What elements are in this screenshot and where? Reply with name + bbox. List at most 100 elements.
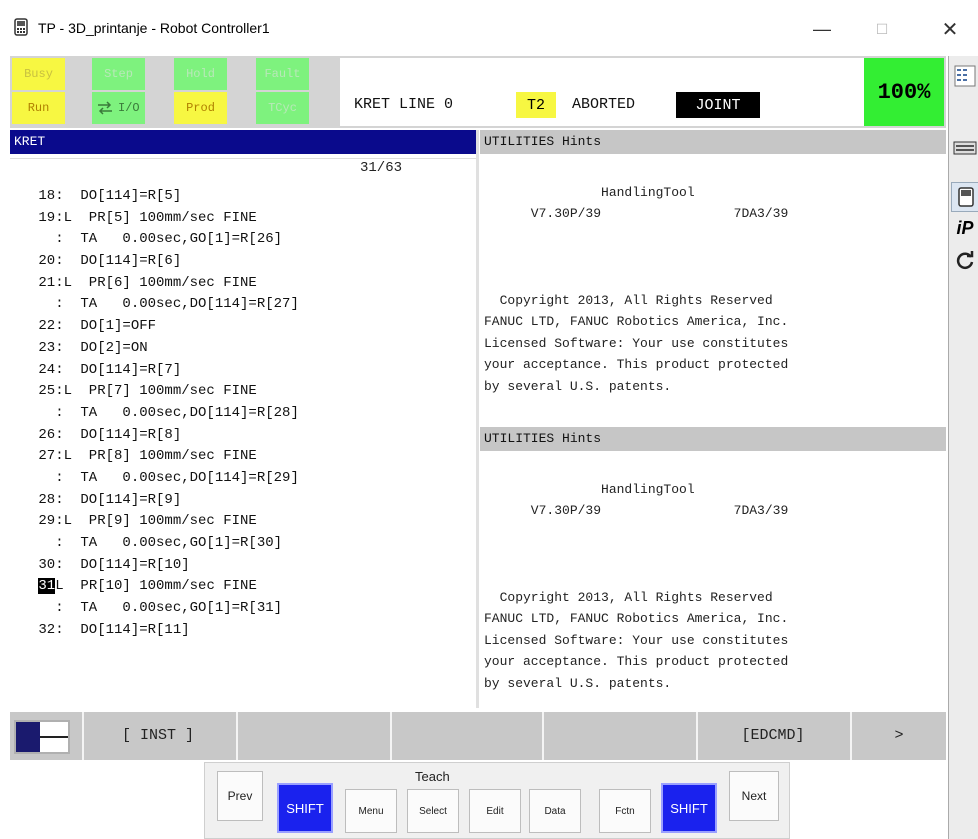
status-grid-icon[interactable] (951, 62, 978, 90)
keyboard-icon[interactable] (951, 134, 978, 162)
fault-indicator: Fault (256, 58, 309, 90)
shift-right-key[interactable]: SHIFT (661, 783, 717, 833)
hint-line: V7.30P/39 7DA3/39 (484, 503, 789, 519)
prev-key[interactable]: Prev (217, 771, 263, 821)
title-bar: TP - 3D_printanje - Robot Controller1 — … (0, 0, 978, 56)
teach-group-label: Teach (415, 769, 450, 784)
program-line[interactable]: : TA 0.00sec,GO[1]=R[30] (30, 533, 299, 555)
program-line[interactable]: 23: DO[2]=ON (30, 338, 299, 360)
hint-line: by several U.S. patents. (484, 378, 672, 394)
fctn-key[interactable]: Fctn (599, 789, 651, 833)
io-indicator: I/O (92, 92, 145, 124)
hint-line (484, 543, 944, 565)
program-line[interactable]: 22: DO[1]=OFF (30, 316, 299, 338)
pane-divider (476, 130, 479, 708)
io-arrows-icon (98, 101, 112, 115)
screen-layout-icon[interactable] (14, 720, 70, 754)
program-line[interactable]: 32: DO[114]=R[11] (30, 620, 299, 642)
f4-key[interactable] (544, 712, 694, 760)
hint-line: V7.30P/39 7DA3/39 (484, 206, 789, 222)
program-line[interactable]: 26: DO[114]=R[8] (30, 425, 299, 447)
maximize-button[interactable]: ☐ (862, 14, 902, 44)
program-code-list[interactable]: 18: DO[114]=R[5] 19:L PR[5] 100mm/sec FI… (30, 186, 299, 642)
layout-split-line (40, 736, 68, 738)
ip-icon[interactable]: iP (951, 214, 978, 242)
f3-key[interactable] (392, 712, 542, 760)
hint-line: your acceptance. This product protected (484, 357, 789, 373)
teach-pendant-icon (14, 18, 28, 36)
hint-line (484, 565, 944, 587)
program-line[interactable]: 30: DO[114]=R[10] (30, 555, 299, 577)
hint-line: Licensed Software: Your use constitutes (484, 632, 789, 648)
io-label: I/O (118, 101, 140, 115)
hints-header-bottom: UTILITIES Hints (480, 427, 946, 451)
minimize-button[interactable]: — (802, 14, 842, 44)
select-key[interactable]: Select (407, 789, 459, 833)
next-page-key[interactable]: > (852, 712, 946, 760)
hint-line: your acceptance. This product protected (484, 654, 789, 670)
keyboard-glyph (953, 141, 977, 155)
hint-line: Copyright 2013, All Rights Reserved (484, 589, 773, 605)
hints-body-bottom: HandlingTool V7.30P/39 7DA3/39 Copyright… (484, 457, 944, 695)
teach-pendant-small-icon (958, 187, 974, 207)
data-key[interactable]: Data (529, 789, 581, 833)
step-indicator: Step (92, 58, 145, 90)
f5-edcmd-key[interactable]: [EDCMD] (698, 712, 848, 760)
hint-line: FANUC LTD, FANUC Robotics America, Inc. (484, 611, 789, 627)
program-line[interactable]: : TA 0.00sec,GO[1]=R[26] (30, 229, 299, 251)
hint-line (484, 457, 944, 479)
program-line[interactable]: : TA 0.00sec,GO[1]=R[31] (30, 598, 299, 620)
hint-line (484, 268, 944, 290)
f1-inst-key[interactable]: [ INST ] (82, 712, 234, 760)
layout-left-pane (16, 722, 40, 752)
prod-indicator: Prod (174, 92, 227, 124)
hints-body-top: HandlingTool V7.30P/39 7DA3/39 Copyright… (484, 160, 944, 398)
right-toolbar: iP (948, 56, 978, 839)
program-line[interactable]: : TA 0.00sec,DO[114]=R[27] (30, 294, 299, 316)
function-key-bar: [ INST ] [EDCMD] > (10, 712, 946, 760)
next-key[interactable]: Next (729, 771, 779, 821)
hint-line: Copyright 2013, All Rights Reserved (484, 292, 773, 308)
refresh-icon[interactable] (951, 246, 978, 274)
program-line[interactable]: 20: DO[114]=R[6] (30, 251, 299, 273)
tcyc-indicator: TCyc (256, 92, 309, 124)
hint-line: HandlingTool (484, 184, 695, 200)
program-line-current[interactable]: 31L PR[10] 100mm/sec FINE (30, 576, 299, 598)
program-line[interactable]: 25:L PR[7] 100mm/sec FINE (30, 381, 299, 403)
program-state: ABORTED (572, 96, 636, 113)
hint-line (484, 522, 944, 544)
program-line[interactable]: : TA 0.00sec,DO[114]=R[28] (30, 403, 299, 425)
line-position: 31/63 (360, 160, 403, 176)
program-name-header: KRET (10, 130, 476, 154)
hints-header-top: UTILITIES Hints (480, 130, 946, 154)
close-button[interactable]: ✕ (930, 14, 970, 44)
hint-line (484, 246, 944, 268)
program-line[interactable]: 18: DO[114]=R[5] (30, 186, 299, 208)
program-line[interactable]: 27:L PR[8] 100mm/sec FINE (30, 446, 299, 468)
menu-key[interactable]: Menu (345, 789, 397, 833)
program-line[interactable]: 24: DO[114]=R[7] (30, 360, 299, 382)
window-title: TP - 3D_printanje - Robot Controller1 (38, 20, 270, 36)
hint-line: FANUC LTD, FANUC Robotics America, Inc. (484, 314, 789, 330)
program-line[interactable]: 19:L PR[5] 100mm/sec FINE (30, 208, 299, 230)
busy-indicator: Busy (12, 58, 65, 90)
edit-key[interactable]: Edit (469, 789, 521, 833)
f2-key[interactable] (238, 712, 390, 760)
hold-indicator: Hold (174, 58, 227, 90)
current-line-text: L PR[10] 100mm/sec FINE (55, 578, 257, 595)
pendant-icon[interactable] (951, 182, 978, 212)
current-line-number: 31 (38, 578, 56, 595)
program-line[interactable]: 28: DO[114]=R[9] (30, 490, 299, 512)
program-line[interactable]: 21:L PR[6] 100mm/sec FINE (30, 273, 299, 295)
hint-line: Licensed Software: Your use constitutes (484, 335, 789, 351)
status-panel: Busy Step Hold Fault Run I/O Prod TCyc K… (10, 56, 946, 128)
program-line[interactable]: : TA 0.00sec,DO[114]=R[29] (30, 468, 299, 490)
shift-left-key[interactable]: SHIFT (277, 783, 333, 833)
program-line-status: KRET LINE 0 (354, 96, 454, 113)
program-line[interactable]: 29:L PR[9] 100mm/sec FINE (30, 511, 299, 533)
status-message-box: KRET LINE 0 T2 ABORTED JOINT 100% (340, 58, 944, 126)
run-indicator: Run (12, 92, 65, 124)
refresh-glyph (956, 251, 974, 269)
hint-line: by several U.S. patents. (484, 675, 672, 691)
speed-override[interactable]: 100% (864, 58, 944, 126)
